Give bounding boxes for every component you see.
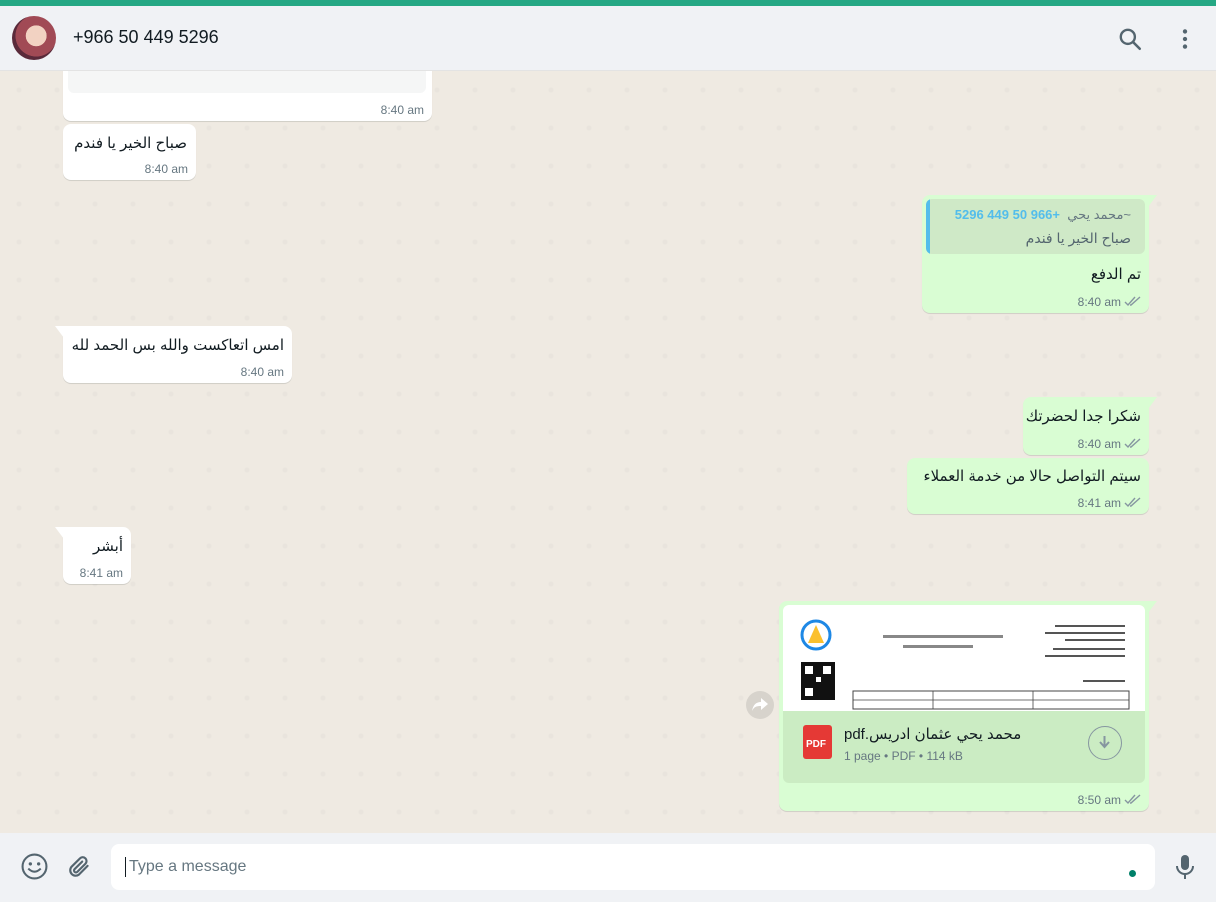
message-text: شكرا جدا لحضرتك [1025,408,1141,425]
quote-text: صباح الخير يا فندم [1025,230,1131,246]
emoji-icon[interactable] [21,853,48,880]
read-ticks-icon [1124,497,1141,508]
chat-area[interactable]: 8:40 am صباح الخير يا فندم 8:40 am ~محمد… [0,71,1216,833]
bubble-tail [1148,601,1157,613]
message-time: 8:40 am [380,103,424,117]
document-preview[interactable] [783,605,1145,711]
document-message[interactable]: PDF محمد يحي عثمان ادريس.pdf 1 page • PD… [779,601,1157,811]
message-bubble-in[interactable]: صباح الخير يا فندم 8:40 am [63,124,196,180]
message-time: 8:40 am [1077,295,1121,309]
pdf-badge: PDF [806,739,826,750]
message-input-placeholder: Type a message [129,858,247,875]
message-time: 8:41 am [1077,496,1121,510]
quoted-preview [68,71,426,93]
message-bubble-out[interactable]: شكرا جدا لحضرتك 8:40 am [1023,397,1157,455]
message-text: صباح الخير يا فندم [74,135,187,152]
message-text: أبشر [93,538,123,555]
document-info-row[interactable]: PDF محمد يحي عثمان ادريس.pdf 1 page • PD… [783,711,1145,783]
bubble-tail [55,527,64,539]
forward-button[interactable] [746,691,774,719]
document-name: محمد يحي عثمان ادريس.pdf [844,726,1022,743]
message-text: امس اتعاكست والله بس الحمد لله [71,337,284,354]
quote-bar [926,199,930,254]
attach-icon[interactable] [67,854,93,880]
message-time: 8:40 am [1077,437,1121,451]
message-bubble-in[interactable]: امس اتعاكست والله بس الحمد لله 8:40 am [55,326,292,383]
bubble-tail [55,326,64,338]
mic-icon[interactable] [1173,853,1197,881]
quoted-message[interactable]: ~محمد يحي +966 50 449 5296 صباح الخير يا… [926,199,1145,254]
document-thumbnail [800,619,1130,710]
download-button[interactable] [1088,726,1122,760]
chat-header: +966 50 449 5296 [0,6,1216,71]
message-time: 8:40 am [240,365,284,379]
bubble-tail [1148,195,1157,207]
message-time: 8:41 am [79,566,123,580]
message-bubble-in[interactable]: 8:40 am [63,71,432,121]
contact-name[interactable]: +966 50 449 5296 [73,27,219,48]
document-meta: 1 page • PDF • 114 kB [844,749,963,763]
quote-author: ~محمد يحي [1067,207,1131,222]
read-ticks-icon [1124,794,1141,805]
quote-phone: +966 50 449 5296 [954,207,1061,222]
message-time: 8:50 am [1077,793,1121,807]
bubble-tail [1148,397,1157,409]
menu-icon[interactable] [1172,26,1198,52]
message-composer: Type a message [0,833,1216,902]
pdf-file-icon: PDF [803,725,832,759]
message-bubble-in[interactable]: أبشر 8:41 am [55,527,131,584]
message-time: 8:40 am [144,162,188,176]
text-caret [125,857,126,877]
message-text: تم الدفع [1090,266,1141,283]
download-icon [1099,736,1110,749]
search-icon[interactable] [1117,26,1143,52]
message-bubble-out[interactable]: سيتم التواصل حالا من خدمة العملاء 8:41 a… [907,458,1149,514]
message-input[interactable]: Type a message [111,844,1155,890]
forward-icon [752,698,768,711]
message-bubble-out[interactable]: ~محمد يحي +966 50 449 5296 صباح الخير يا… [922,195,1157,313]
read-ticks-icon [1124,296,1141,307]
avatar[interactable] [12,16,56,60]
status-dot [1129,870,1136,877]
read-ticks-icon [1124,438,1141,449]
message-text: سيتم التواصل حالا من خدمة العملاء [923,468,1141,485]
